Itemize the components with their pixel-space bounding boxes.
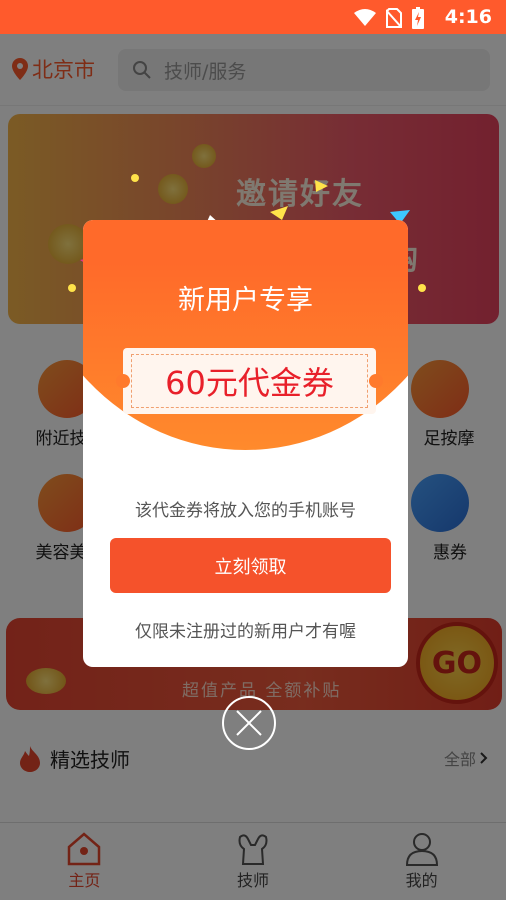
voucher-note: 该代金券将放入您的手机账号 (135, 501, 356, 521)
modal-header-bg (83, 220, 408, 450)
claim-button[interactable]: 立刻领取 (110, 538, 391, 593)
status-icons (354, 7, 424, 29)
voucher-value: 60元代金券 (165, 364, 334, 402)
status-bar: 4:16 (0, 0, 506, 34)
voucher-notch (369, 374, 383, 388)
close-icon (236, 710, 262, 736)
close-button[interactable] (222, 696, 276, 750)
modal-title: 新用户专享 (178, 285, 313, 316)
app-screen: 4:16 北京市 技师/服务 邀请好友 购 附近技 足按摩 美容美 惠券 (0, 0, 506, 900)
no-sim-icon (386, 8, 402, 28)
clock: 4:16 (444, 6, 492, 28)
battery-icon (412, 7, 424, 29)
eligibility-hint: 仅限未注册过的新用户才有喔 (135, 622, 356, 642)
voucher-ticket: 60元代金券 (116, 348, 383, 414)
voucher-notch (116, 374, 130, 388)
wifi-icon (354, 9, 376, 26)
new-user-modal: 新用户专享 60元代金券 该代金券将放入您的手机账号 立刻领取 仅限未注册过的新… (83, 220, 408, 667)
